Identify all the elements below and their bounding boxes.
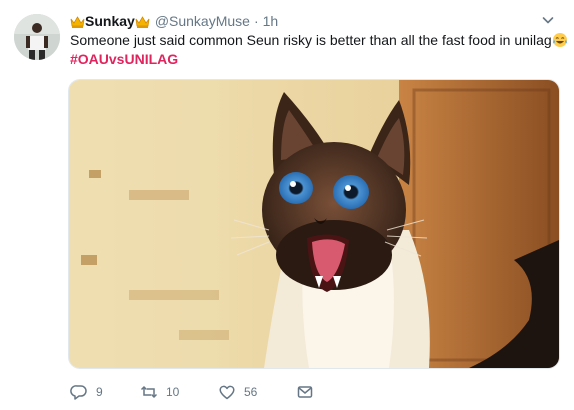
direct-message-button[interactable] [296, 383, 314, 401]
retweet-icon [140, 385, 158, 399]
reply-count: 9 [96, 385, 103, 399]
hashtag-link[interactable]: #OAUvsUNILAG [70, 50, 178, 68]
laughing-tears-emoji-icon [552, 33, 567, 47]
envelope-icon [297, 386, 313, 398]
like-button[interactable]: 56 [218, 383, 296, 401]
tweet-actions: 9 10 56 [70, 382, 314, 402]
reply-icon [70, 385, 87, 400]
cat-meme-illustration [69, 80, 559, 368]
tweet-text-body: Someone just said common Seun risky is b… [70, 32, 552, 48]
display-name[interactable]: Sunkay [70, 13, 150, 29]
tweet-card[interactable]: Sunkay @SunkayMuse · 1h Someone just sai… [0, 0, 574, 410]
heart-icon [219, 385, 235, 400]
user-handle[interactable]: @SunkayMuse [155, 13, 250, 29]
tweet-header: Sunkay @SunkayMuse · 1h [70, 12, 278, 30]
tweet-text: Someone just said common Seun risky is b… [70, 31, 568, 49]
tweet-media-image[interactable] [68, 79, 560, 369]
timestamp[interactable]: 1h [263, 13, 279, 29]
crown-icon [135, 15, 150, 28]
like-count: 56 [244, 385, 258, 399]
display-name-text: Sunkay [85, 13, 135, 29]
avatar[interactable] [14, 14, 60, 60]
crown-icon [70, 15, 85, 28]
retweet-button[interactable]: 10 [140, 383, 218, 401]
retweet-count: 10 [166, 385, 180, 399]
separator-dot: · [253, 13, 259, 29]
reply-button[interactable]: 9 [70, 383, 140, 401]
chevron-down-icon[interactable] [542, 14, 554, 26]
